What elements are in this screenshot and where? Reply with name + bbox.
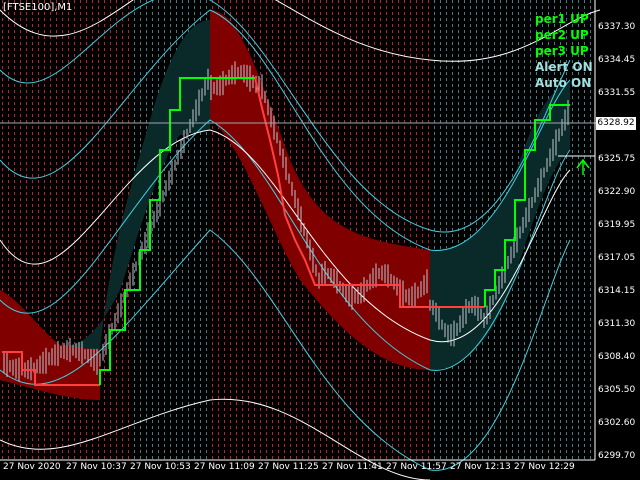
current-price-tag: 6328.92 — [596, 117, 636, 130]
time-tick-label: 27 Nov 10:37 — [66, 462, 127, 472]
price-tick-label: 6302.60 — [598, 418, 636, 428]
time-tick-label: 27 Nov 12:13 — [450, 462, 511, 472]
time-tick-label: 27 Nov 11:41 — [322, 462, 383, 472]
indicator-label: Auto ON — [535, 76, 592, 90]
time-tick-label: 27 Nov 11:25 — [258, 462, 319, 472]
indicator-label: per2 UP — [535, 28, 589, 42]
time-tick-label: 27 Nov 11:57 — [386, 462, 447, 472]
price-tick-label: 6322.90 — [598, 187, 636, 197]
price-tick-label: 6334.45 — [598, 55, 636, 65]
price-tick-label: 6305.50 — [598, 385, 636, 395]
price-tick-label: 6319.95 — [598, 220, 636, 230]
price-tick-label: 6314.15 — [598, 286, 636, 296]
chart-title: [FTSE100],M1 — [3, 2, 73, 13]
price-tick-label: 6337.30 — [598, 22, 636, 32]
price-tick-label: 6325.75 — [598, 154, 636, 164]
price-tick-label: 6308.40 — [598, 352, 636, 362]
indicator-label: per3 UP — [535, 44, 589, 58]
indicator-label: Alert ON — [535, 60, 593, 74]
price-tick-label: 6299.70 — [598, 451, 636, 461]
time-tick-label: 27 Nov 10:53 — [130, 462, 191, 472]
price-tick-label: 6317.05 — [598, 253, 636, 263]
price-tick-label: 6311.30 — [598, 319, 636, 329]
time-tick-label: 27 Nov 2020 — [3, 462, 61, 472]
indicator-label: per1 UP — [535, 12, 589, 26]
price-tick-label: 6331.55 — [598, 88, 636, 98]
time-tick-label: 27 Nov 11:09 — [194, 462, 255, 472]
time-tick-label: 27 Nov 12:29 — [514, 462, 575, 472]
